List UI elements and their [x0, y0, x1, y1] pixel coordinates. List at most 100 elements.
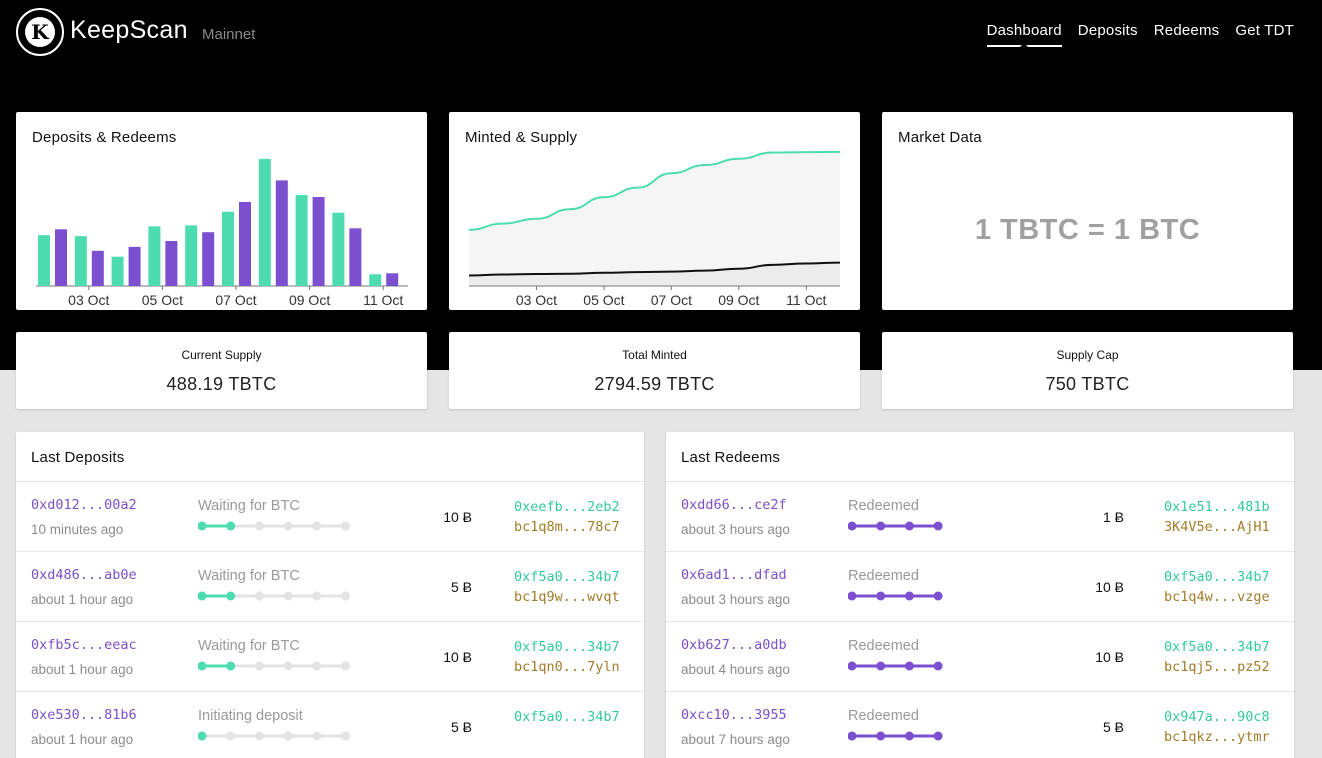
deposits-row[interactable]: 0xfb5c...eeac about 1 hour ago Waiting for…	[16, 622, 644, 692]
progress-steps	[198, 521, 350, 531]
owner-address-link[interactable]: 0x1e51...481b	[1164, 499, 1270, 515]
owner-address-link[interactable]: 0x947a...90c8	[1164, 709, 1270, 725]
owner-address-link[interactable]: 0xf5a0...34b7	[514, 639, 620, 655]
row-amount: 10 Ƀ	[443, 649, 472, 665]
btc-address-link[interactable]: bc1q8m...78c7	[514, 519, 620, 535]
progress-dot	[198, 521, 207, 531]
main-nav: Dashboard Deposits Redeems Get TDT	[986, 22, 1294, 47]
tx-hash-link[interactable]: 0xd012...00a2	[31, 497, 137, 513]
bar-green-5	[222, 211, 234, 286]
last-redeems-card: Last Redeems 0xdd66...ce2f about 3 hours …	[666, 432, 1294, 758]
redeems-row[interactable]: 0x6ad1...dfad about 3 hours ago Redeemed 10…	[666, 552, 1294, 622]
owner-address-link[interactable]: 0xeefb...2eb2	[514, 499, 620, 515]
progress-dot	[254, 521, 264, 531]
progress-dot	[226, 661, 236, 671]
redeems-row[interactable]: 0xb627...a0db about 4 hours ago Redeemed 10…	[666, 622, 1294, 692]
btc-address-link[interactable]: bc1q4w...vzge	[1164, 589, 1270, 605]
progress-dot	[254, 661, 264, 671]
last-deposits-title: Last Deposits	[31, 449, 125, 466]
row-amount: 10 Ƀ	[1095, 649, 1124, 665]
minted-supply-card: 03 Oct 05 Oct 07 Oct 09 Oct 11 Oct Minted & …	[449, 112, 860, 310]
owner-address-link[interactable]: 0xf5a0...34b7	[1164, 569, 1270, 585]
owner-address-link[interactable]: 0xf5a0...34b7	[1164, 639, 1270, 655]
tx-hash-link[interactable]: 0xe530...81b6	[31, 707, 137, 723]
brand-name[interactable]: KeepScan	[70, 16, 188, 45]
progress-dot	[312, 521, 322, 531]
minted-supply-title: Minted & Supply	[465, 129, 578, 146]
btc-address-link[interactable]: bc1qj5...pz52	[1164, 659, 1270, 675]
supply-cap-card: Supply Cap 750 TBTC	[882, 332, 1293, 409]
row-status: Redeemed	[848, 708, 919, 724]
bar-green-8	[332, 212, 345, 286]
last-deposits-card: Last Deposits 0xd012...00a2 10 minutes ag…	[16, 432, 644, 758]
x-tick-label: 11 Oct	[363, 292, 403, 308]
tx-hash-link[interactable]: 0xcc10...3955	[681, 707, 787, 723]
stat-label: Total Minted	[622, 348, 687, 362]
progress-dot	[226, 591, 236, 601]
btc-address-link[interactable]: bc1q9w...wvqt	[514, 589, 620, 605]
row-timestamp: about 1 hour ago	[31, 662, 134, 677]
progress-dot	[848, 661, 857, 671]
tx-hash-link[interactable]: 0xdd66...ce2f	[681, 497, 787, 513]
x-tick-label: 09 Oct	[718, 292, 759, 308]
x-tick-label: 03 Oct	[68, 292, 109, 308]
progress-dot	[312, 591, 322, 601]
progress-dot	[198, 731, 207, 741]
bar-purple-3	[165, 241, 178, 286]
deposits-row[interactable]: 0xd486...ab0e about 1 hour ago Waiting for…	[16, 552, 644, 622]
x-tick-label: 09 Oct	[289, 292, 330, 308]
stat-value: 488.19 TBTC	[166, 374, 277, 394]
tx-hash-link[interactable]: 0x6ad1...dfad	[681, 567, 787, 583]
x-tick-label: 07 Oct	[651, 292, 692, 308]
progress-dot	[254, 591, 264, 601]
nav-dashboard[interactable]: Dashboard	[986, 22, 1062, 47]
owner-address-link[interactable]: 0xf5a0...34b7	[514, 709, 620, 725]
progress-dot	[254, 731, 264, 741]
network-label: Mainnet	[202, 26, 256, 43]
bar-green-9	[369, 274, 382, 286]
nav-get-tdt[interactable]: Get TDT	[1235, 22, 1294, 47]
redeems-row[interactable]: 0xcc10...3955 about 7 hours ago Redeemed 5 …	[666, 692, 1294, 758]
progress-dot	[283, 731, 293, 741]
progress-dot	[341, 591, 350, 601]
progress-dot	[904, 591, 914, 601]
bar-green-1	[74, 236, 87, 286]
redeems-row[interactable]: 0xdd66...ce2f about 3 hours ago Redeemed 1 …	[666, 482, 1294, 552]
tx-hash-link[interactable]: 0xfb5c...eeac	[31, 637, 137, 653]
btc-address-link[interactable]: bc1qkz...ytmr	[1164, 729, 1270, 745]
owner-address-link[interactable]: 0xf5a0...34b7	[514, 569, 620, 585]
bar-purple-7	[312, 197, 325, 286]
row-timestamp: about 4 hours ago	[681, 662, 790, 677]
progress-dot	[283, 661, 293, 671]
deposits-row[interactable]: 0xd012...00a2 10 minutes ago Waiting for B…	[16, 482, 644, 552]
tx-hash-link[interactable]: 0xd486...ab0e	[31, 567, 137, 583]
list-header: Last Deposits	[16, 432, 644, 482]
progress-dot	[312, 731, 322, 741]
progress-dot	[198, 661, 207, 671]
bar-purple-9	[386, 273, 399, 286]
x-tick-label: 05 Oct	[142, 292, 183, 308]
nav-redeems[interactable]: Redeems	[1154, 22, 1220, 47]
progress-dot	[848, 521, 857, 531]
stat-label: Current Supply	[181, 348, 262, 362]
row-timestamp: 10 minutes ago	[31, 522, 124, 537]
row-timestamp: about 1 hour ago	[31, 732, 134, 747]
deposits-row[interactable]: 0xe530...81b6 about 1 hour ago Initiating …	[16, 692, 644, 758]
progress-dot	[904, 661, 914, 671]
progress-dot	[283, 591, 293, 601]
market-data-card: Market Data 1 TBTC = 1 BTC	[882, 112, 1293, 310]
btc-address-link[interactable]: 3K4V5e...AjH1	[1164, 519, 1270, 535]
bar-green-6	[258, 158, 271, 286]
keepscan-logo-icon[interactable]: K	[16, 8, 64, 56]
progress-dot	[341, 521, 350, 531]
btc-address-link[interactable]: bc1qn0...7yln	[514, 659, 620, 675]
stat-value: 2794.59 TBTC	[594, 374, 715, 394]
progress-dot	[226, 731, 236, 741]
progress-dot	[933, 521, 943, 531]
x-tick-label: 07 Oct	[215, 292, 256, 308]
nav-deposits[interactable]: Deposits	[1078, 22, 1138, 47]
list-header: Last Redeems	[666, 432, 1294, 482]
bar-purple-8	[349, 228, 362, 286]
tx-hash-link[interactable]: 0xb627...a0db	[681, 637, 787, 653]
bar-green-4	[185, 225, 198, 286]
